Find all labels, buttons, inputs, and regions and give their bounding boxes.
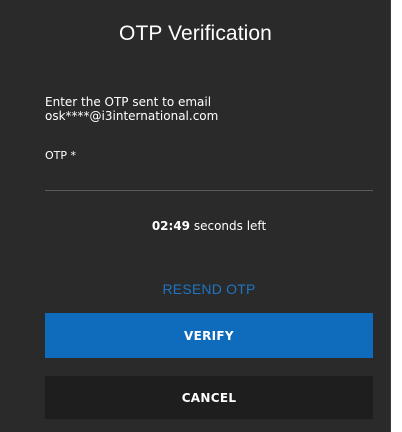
verify-button[interactable]: VERIFY [45,313,373,358]
resend-otp-link[interactable]: RESEND OTP [45,281,373,297]
countdown-time: 02:49 [151,219,191,233]
instructions-line: Enter the OTP sent to email [45,95,212,109]
cancel-button[interactable]: CANCEL [45,376,373,419]
otp-verification-dialog: OTP Verification Enter the OTP sent to e… [0,0,391,432]
dialog-title: OTP Verification [119,22,272,45]
otp-input[interactable] [45,163,373,191]
otp-field-label: OTP * [45,149,77,162]
masked-email: osk****@i3international.com [45,109,219,123]
otp-instructions: Enter the OTP sent to email osk****@i3in… [45,95,218,123]
countdown-timer: 02:49 seconds left [45,219,373,233]
countdown-suffix: seconds left [190,219,267,233]
